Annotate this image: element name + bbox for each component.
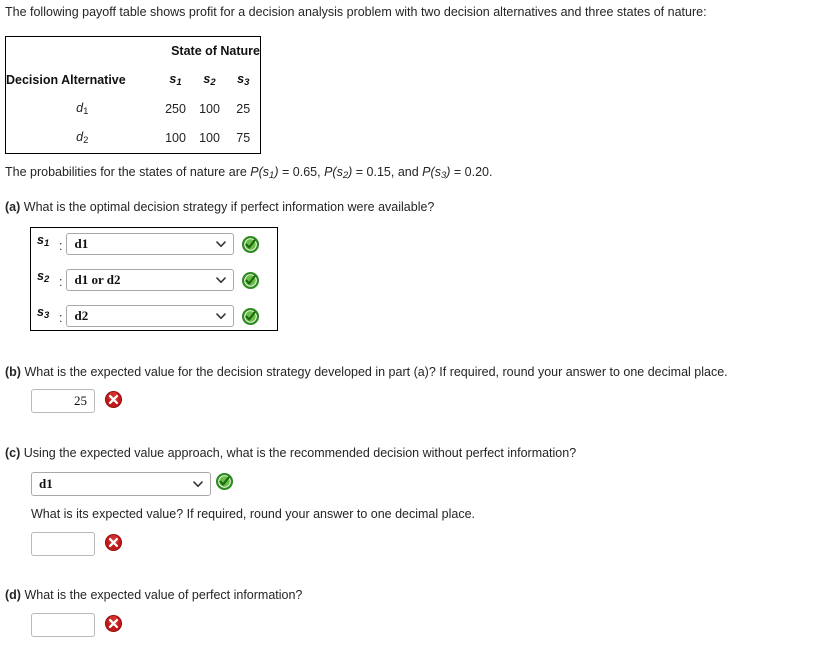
- answer-row-s3-label: s3: [37, 305, 59, 321]
- prob-2-value: 0.20: [464, 165, 489, 179]
- question-c-label: (c): [5, 446, 21, 460]
- s3-sub: 3: [244, 76, 250, 88]
- question-b-answer-input[interactable]: 25: [31, 389, 95, 413]
- answer-row-s1: s1 : d1: [37, 232, 260, 256]
- a-s3-base: s: [37, 305, 44, 319]
- question-b-text: (b) What is the expected value for the d…: [5, 365, 728, 379]
- column-header-s1: s1: [159, 66, 193, 94]
- x-circle-icon: [104, 390, 123, 409]
- table-row-column-headers: Decision Alternative s1 s2 s3: [6, 66, 261, 94]
- answer-row-s2-label: s2: [37, 269, 59, 285]
- column-header-s2: s2: [193, 66, 227, 94]
- prob-2-eq: =: [450, 165, 465, 179]
- intro-text: The following payoff table shows profit …: [5, 5, 707, 19]
- prob-0-p: P: [250, 165, 259, 179]
- question-a-text: (a) What is the optimal decision strateg…: [5, 200, 434, 214]
- question-a-prompt: What is the optimal decision strategy if…: [23, 200, 435, 214]
- table-row-group-header: State of Nature: [6, 37, 261, 66]
- chevron-down-icon: [216, 239, 227, 248]
- select-recommended-decision-value: d1: [39, 476, 53, 491]
- check-circle-icon: [241, 271, 260, 290]
- x-circle-icon: [104, 614, 123, 633]
- table-row: d2 100 100 75: [6, 124, 261, 154]
- select-s1-value: d1: [74, 236, 89, 251]
- d1-sub: 1: [83, 105, 89, 117]
- select-recommended-decision[interactable]: d1: [31, 472, 211, 496]
- select-s3-value: d2: [74, 308, 89, 323]
- check-circle-icon: [215, 472, 234, 491]
- row-label-d1: d1: [6, 94, 159, 124]
- probabilities-text: The probabilities for the states of natu…: [5, 165, 492, 181]
- question-c-prompt: Using the expected value approach, what …: [23, 446, 577, 460]
- question-a-answer-group: s1 : d1 s2 : d1 or d2 s3: d2: [30, 227, 278, 331]
- chevron-down-icon: [216, 275, 227, 284]
- question-c-answer-input[interactable]: [31, 532, 95, 556]
- s1-sub: 1: [176, 76, 182, 88]
- column-header-decision-alternative: Decision Alternative: [6, 72, 126, 87]
- check-circle-icon: [241, 235, 260, 254]
- question-d-prompt: What is the expected value of perfect in…: [24, 588, 303, 602]
- x-circle-icon: [104, 533, 123, 552]
- prob-1-tail: , and: [390, 165, 423, 179]
- payoff-table: State of Nature Decision Alternative s1 …: [5, 36, 261, 154]
- question-a-label: (a): [5, 200, 21, 214]
- a-s3-separator: :: [59, 311, 63, 325]
- select-s1-decision[interactable]: d1: [66, 233, 235, 255]
- group-header-state-of-nature: State of Nature: [171, 44, 260, 59]
- chevron-down-icon: [193, 479, 203, 488]
- s2-sub: 2: [210, 76, 216, 88]
- question-b-prompt: What is the expected value for the decis…: [24, 365, 728, 379]
- a-s2-base: s: [37, 269, 44, 283]
- cell-d2-s2: 100: [199, 131, 220, 146]
- select-s3-decision[interactable]: d2: [66, 305, 235, 327]
- table-row: d1 250 100 25: [6, 94, 261, 124]
- answer-row-s2: s2 : d1 or d2: [37, 268, 260, 292]
- question-d-text: (d) What is the expected value of perfec…: [5, 588, 302, 602]
- select-s2-value: d1 or d2: [74, 272, 121, 287]
- cell-d2-s3: 75: [236, 131, 251, 146]
- prob-1-eq: =: [352, 165, 367, 179]
- row-label-d2: d2: [6, 124, 159, 154]
- prob-1-value: 0.15: [366, 165, 391, 179]
- cell-d1-s2: 100: [199, 101, 220, 116]
- question-d-answer-input[interactable]: [31, 613, 95, 637]
- prob-0-eq: =: [278, 165, 293, 179]
- question-c-sub-text: What is its expected value? If required,…: [31, 507, 475, 521]
- column-header-s3: s3: [227, 66, 261, 94]
- cell-d1-s1: 250: [165, 101, 186, 116]
- d2-sub: 2: [83, 135, 89, 147]
- check-circle-icon: [241, 307, 260, 326]
- question-b-label: (b): [5, 365, 21, 379]
- question-c-text: (c) Using the expected value approach, w…: [5, 446, 576, 460]
- a-s2-sub: 2: [43, 274, 50, 285]
- answer-row-s3: s3 : d2: [37, 304, 260, 328]
- prob-2-tail: .: [489, 165, 493, 179]
- a-s2-separator: :: [59, 275, 63, 289]
- select-s2-decision[interactable]: d1 or d2: [66, 269, 235, 291]
- a-s1-sub: 1: [43, 238, 50, 249]
- answer-row-s1-label: s1: [37, 233, 59, 249]
- question-d-label: (d): [5, 588, 21, 602]
- a-s3-sub: 3: [43, 310, 50, 321]
- cell-d2-s1: 100: [165, 131, 186, 146]
- chevron-down-icon: [216, 311, 227, 320]
- prob-2-p: P: [422, 165, 431, 179]
- cell-d1-s3: 25: [236, 101, 251, 116]
- a-s1-separator: :: [59, 239, 63, 253]
- prob-0-value: 0.65: [292, 165, 318, 179]
- probabilities-prefix: The probabilities for the states of natu…: [5, 165, 251, 179]
- a-s1-base: s: [37, 233, 44, 247]
